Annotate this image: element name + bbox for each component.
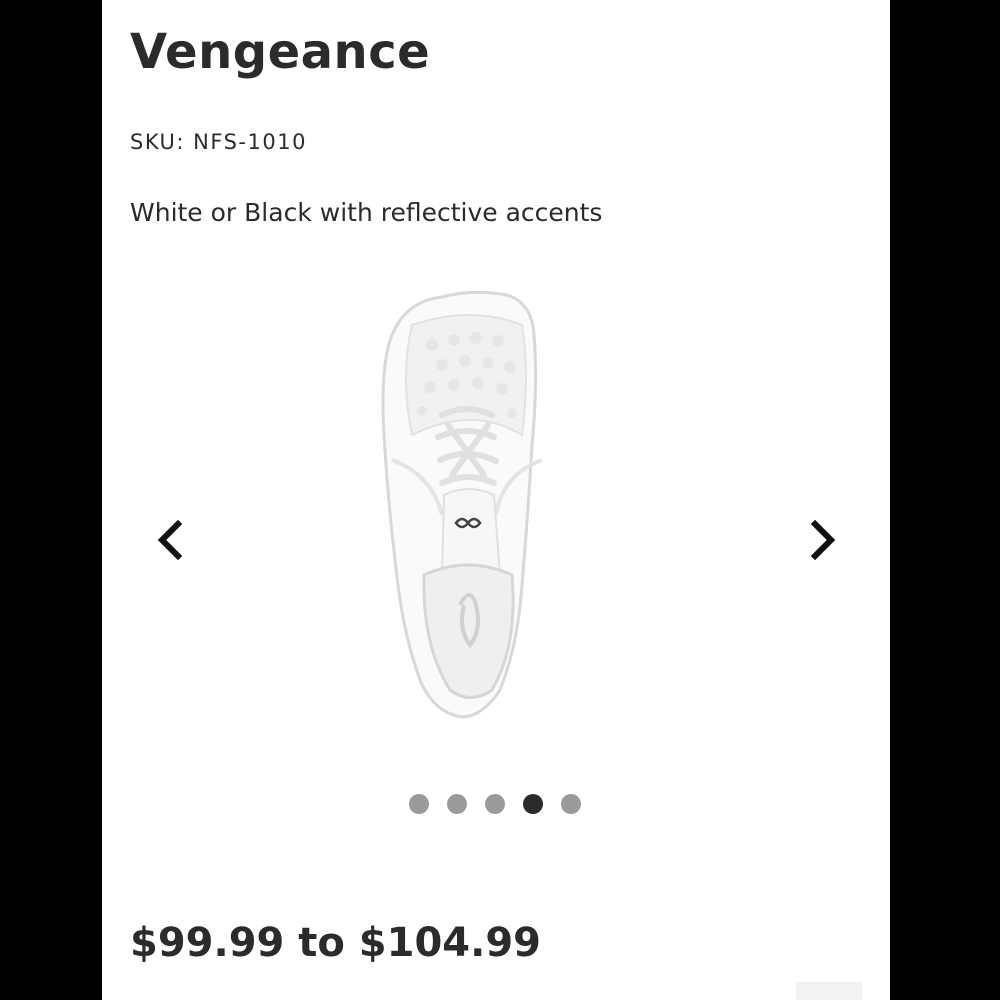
product-image	[381, 290, 543, 719]
product-description: White or Black with reflective accents	[130, 198, 603, 227]
product-sku: SKU: NFS-1010	[130, 130, 307, 154]
partial-button[interactable]	[796, 982, 862, 1000]
chevron-left-icon	[157, 519, 183, 561]
image-carousel	[102, 270, 890, 830]
product-title: Vengeance	[130, 24, 431, 80]
carousel-next-button[interactable]	[805, 518, 841, 562]
carousel-dot[interactable]	[447, 794, 467, 814]
carousel-prev-button[interactable]	[152, 518, 188, 562]
product-price: $99.99 to $104.99	[130, 920, 541, 966]
carousel-dot[interactable]	[523, 794, 543, 814]
product-page: Vengeance SKU: NFS-1010 White or Black w…	[102, 0, 890, 1000]
chevron-right-icon	[810, 519, 836, 561]
carousel-dot[interactable]	[561, 794, 581, 814]
carousel-dot[interactable]	[409, 794, 429, 814]
carousel-pagination	[102, 793, 890, 815]
carousel-dot[interactable]	[485, 794, 505, 814]
